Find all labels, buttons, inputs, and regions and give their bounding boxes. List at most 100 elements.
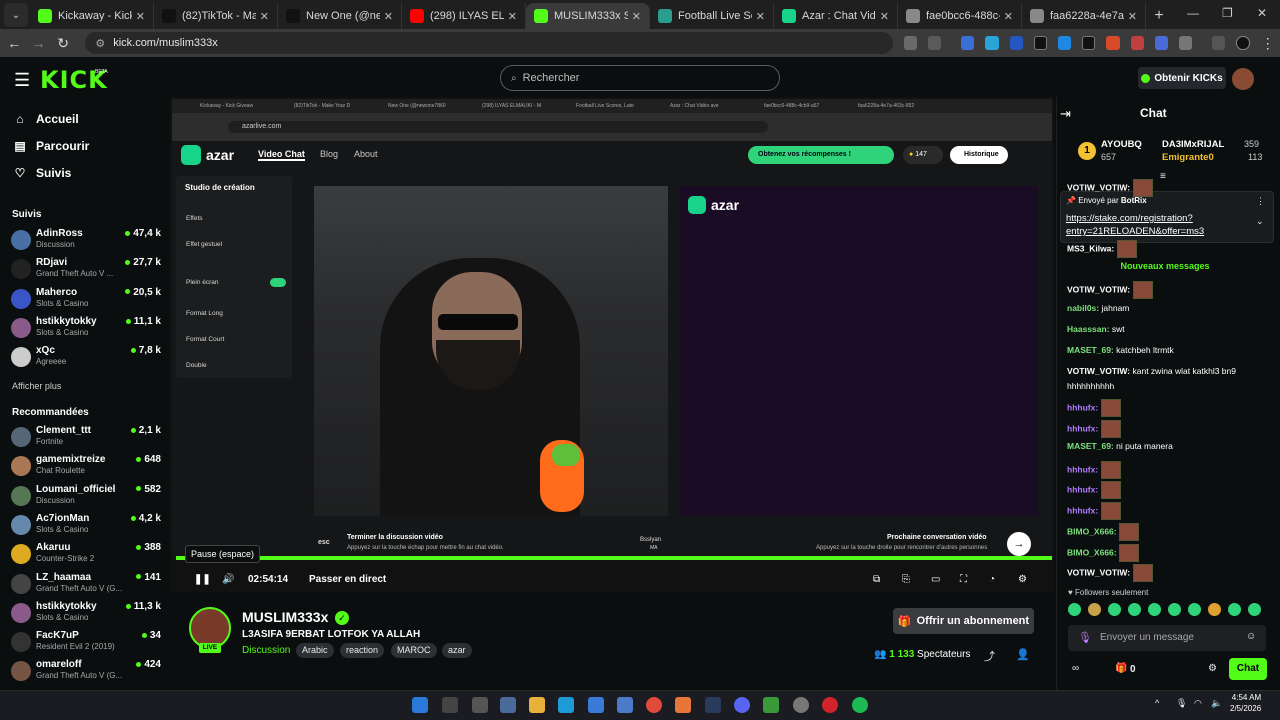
emote-icon[interactable] [1228, 603, 1241, 616]
chat-username[interactable]: hhhufx: [1067, 464, 1098, 474]
gift-sub-button[interactable]: 🎁 Offrir un abonnement [893, 608, 1034, 634]
browser-tab[interactable]: Football Live Scores, ✕ [650, 3, 774, 29]
collapse-chat-icon[interactable]: ⇥ [1060, 106, 1071, 122]
extension-icon[interactable] [1033, 36, 1048, 50]
chat-settings-icon[interactable]: ⚙ [1208, 663, 1217, 674]
sidebar-channel[interactable]: LZ_haamaa Grand Theft Auto V (G... 141 [11, 571, 161, 597]
volume-icon[interactable]: 🔊 [222, 574, 234, 585]
puzzle-icon[interactable] [1178, 36, 1193, 50]
chat-username[interactable]: VOTIW_VOTIW: [1067, 366, 1130, 376]
start-icon[interactable] [412, 697, 428, 713]
sidebar-channel[interactable]: AdinRoss Discussion 47,4 k [11, 227, 161, 253]
sidebar-nav-home[interactable]: ⌂ Accueil [12, 112, 78, 126]
fullscreen-icon[interactable]: ⛶ [960, 574, 967, 585]
chat-username[interactable]: BIMO_X666: [1067, 526, 1117, 536]
sidebar-channel[interactable]: FacK7uP Resident Evil 2 (2019) 34 [11, 629, 161, 655]
extension-icon[interactable] [1130, 36, 1144, 50]
emoji-icon[interactable]: ☺ [1246, 631, 1256, 642]
browser-tab[interactable]: fae0bcc6-488c-4cb ✕ [898, 3, 1022, 29]
translate-icon[interactable] [903, 36, 918, 50]
user-avatar[interactable] [1232, 68, 1254, 90]
close-icon[interactable]: ✕ [1257, 6, 1267, 20]
profile-icon[interactable] [1236, 36, 1250, 50]
site-info-icon[interactable]: ⚙ [95, 37, 105, 50]
follow-icon[interactable]: 👤 [1016, 648, 1030, 661]
chat-username[interactable]: MS3_Kilwa: [1067, 243, 1114, 253]
browser-tab[interactable]: New One (@newone ✕ [278, 3, 402, 29]
tray-chevron-icon[interactable]: ^ [1155, 698, 1159, 708]
browser-tab[interactable]: Azar : Chat Vidéo ✕ [774, 3, 898, 29]
chat-username[interactable]: Haasssan: [1067, 324, 1110, 334]
tab-close-icon[interactable]: ✕ [880, 10, 889, 23]
reload-icon[interactable]: ↻ [51, 35, 75, 52]
chat-username[interactable]: VOTIW_VOTIW: [1067, 182, 1130, 192]
app-icon[interactable] [675, 697, 691, 713]
chat-username[interactable]: hhhufx: [1067, 402, 1098, 412]
gift-icon[interactable]: 🎁 [1115, 663, 1127, 674]
streamer-name[interactable]: MUSLIM333x [242, 609, 328, 625]
sidebar-channel[interactable]: Clement_ttt Fortnite 2,1 k [11, 424, 161, 450]
chat-username[interactable]: MASET_69: [1067, 441, 1114, 451]
playback-progress[interactable] [176, 556, 1052, 560]
chat-input[interactable]: Envoyer un message [1068, 625, 1266, 651]
tag-chip[interactable]: reaction [340, 643, 385, 658]
menu-dots-icon[interactable]: ⋮ [1256, 35, 1280, 52]
tab-close-icon[interactable]: ✕ [136, 10, 145, 23]
emote-icon[interactable] [1128, 603, 1141, 616]
sidebar-channel[interactable]: Maherco Slots & Casino 20,5 k [11, 286, 161, 312]
volume-tray-icon[interactable]: 🔈 [1211, 698, 1222, 709]
tab-close-icon[interactable]: ✕ [384, 10, 393, 23]
search-icon[interactable] [442, 697, 458, 713]
chat-username[interactable]: BIMO_X666: [1067, 547, 1117, 557]
browser-tab[interactable]: Kickaway - Kick Give ✕ [30, 3, 154, 29]
extension-icon[interactable] [1009, 36, 1023, 50]
emote-icon[interactable] [1088, 603, 1101, 616]
maximize-icon[interactable]: ❐ [1222, 6, 1233, 20]
browser-tab[interactable]: faa6228a-4e7a-463c ✕ [1022, 3, 1146, 29]
get-kicks-button[interactable]: Obtenir KICKs [1138, 67, 1226, 89]
edge-icon[interactable] [558, 697, 574, 713]
spotify-icon[interactable] [852, 697, 868, 713]
sidebar-channel[interactable]: hstikkytokky Slots & Casino 11,3 k [11, 600, 161, 626]
channel-points-icon[interactable]: ∞ [1072, 663, 1079, 674]
chevron-down-icon[interactable]: ⌄ [1256, 216, 1264, 227]
chat-username[interactable]: hhhufx: [1067, 505, 1098, 515]
sidebar-channel[interactable]: hstikkytokky Slots & Casino 11,1 k [11, 315, 161, 341]
mic-tray-icon[interactable]: 🎙 [1176, 698, 1187, 709]
tag-chip[interactable]: MAROC [391, 643, 437, 658]
system-clock[interactable]: 4:54 AM 2/5/2026 [1230, 692, 1261, 714]
extension-icon[interactable] [1058, 36, 1072, 50]
go-live-button[interactable]: Passer en direct [309, 574, 386, 585]
tab-close-icon[interactable]: ✕ [756, 10, 765, 23]
bookmark-icon[interactable] [928, 36, 942, 50]
discord-icon[interactable] [734, 697, 750, 713]
extension-icon[interactable] [1082, 36, 1096, 50]
sidebar-channel[interactable]: gamemixtreize Chat Roulette 648 [11, 453, 161, 479]
search-input[interactable]: ⌕ Rechercher [500, 65, 780, 91]
extension-icon[interactable] [985, 36, 999, 50]
mail-icon[interactable] [617, 697, 633, 713]
steam-icon[interactable] [705, 697, 721, 713]
forward-icon[interactable]: → [26, 35, 50, 51]
sidebar-channel[interactable]: Ac7ionMan Slots & Casino 4,2 k [11, 512, 161, 538]
chat-username[interactable]: MASET_69: [1067, 345, 1114, 355]
browser-tab[interactable]: (298) ILYAS ELMALIKI ✕ [402, 3, 526, 29]
chat-username[interactable]: hhhufx: [1067, 484, 1098, 494]
chrome-icon[interactable] [646, 697, 662, 713]
tab-search-button[interactable]: ⌄ [4, 3, 28, 27]
app-icon[interactable] [793, 697, 809, 713]
store-icon[interactable] [588, 697, 604, 713]
theater-mode-icon[interactable]: ▭ [931, 574, 940, 585]
tab-close-icon[interactable]: ✕ [260, 10, 269, 23]
mic-icon[interactable]: 🎙 [1078, 631, 1092, 644]
browser-tab[interactable]: (82)TikTok - Make You ✕ [154, 3, 278, 29]
wifi-icon[interactable]: ◠ [1194, 698, 1202, 709]
sidebar-channel[interactable]: Loumani_officiel Discussion 582 [11, 483, 161, 509]
emote-icon[interactable] [1188, 603, 1201, 616]
settings-gear-icon[interactable]: ⚙ [1018, 574, 1027, 585]
emote-icon[interactable] [1068, 603, 1081, 616]
new-tab-button[interactable]: + [1146, 7, 1172, 25]
show-more-link[interactable]: Afficher plus [12, 381, 61, 391]
task-view-icon[interactable] [472, 697, 488, 713]
tag-chip[interactable]: azar [442, 643, 472, 658]
